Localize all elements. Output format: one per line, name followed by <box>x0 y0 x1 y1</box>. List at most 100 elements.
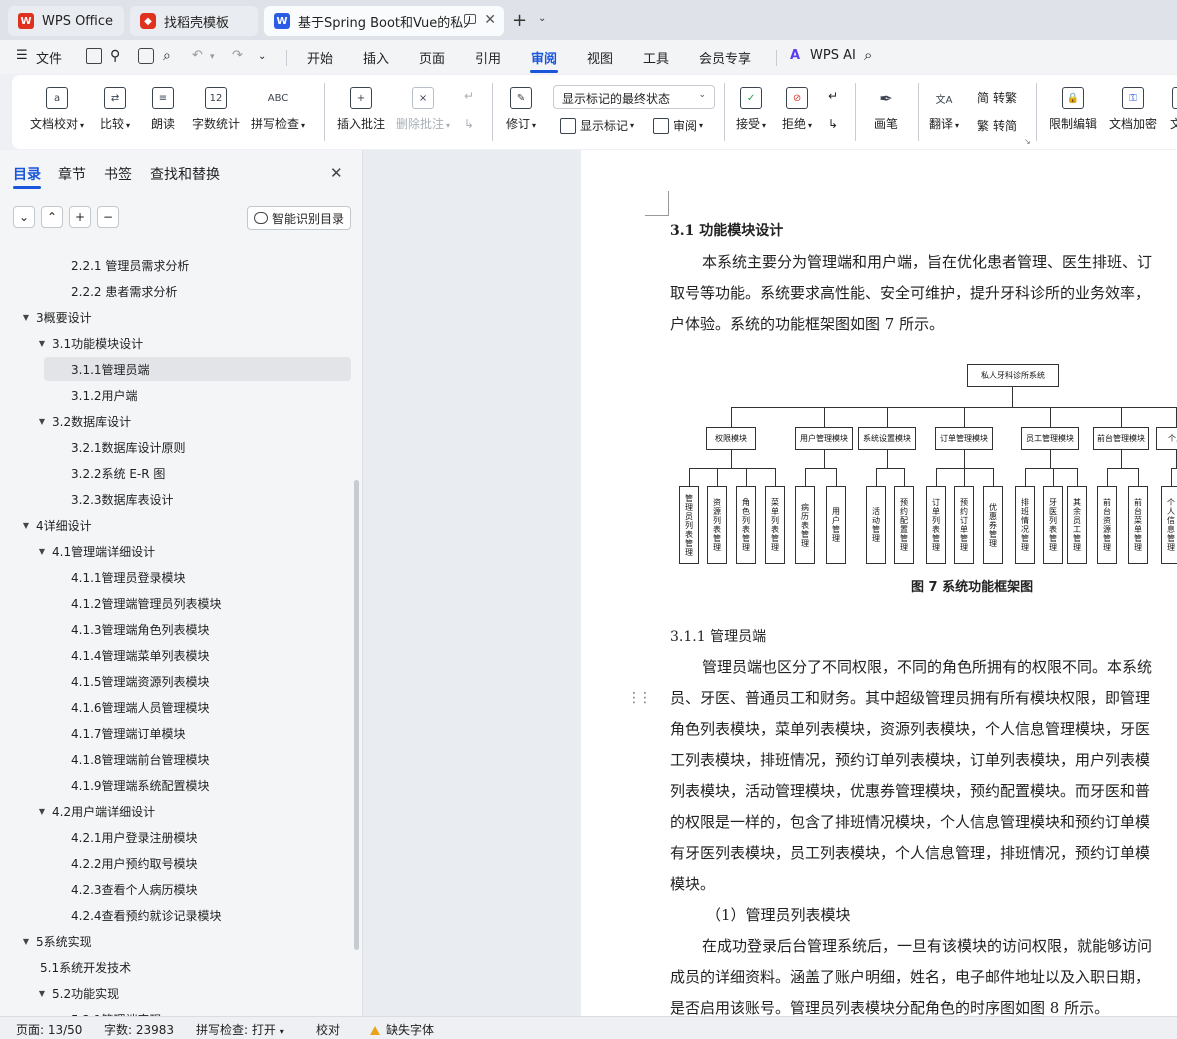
toc-item[interactable]: ▼ 5系统实现 <box>0 928 356 954</box>
spell-check-status[interactable]: 拼写检查: 打开 ▾ <box>196 1021 284 1038</box>
monitor-icon[interactable] <box>464 14 476 24</box>
pen-button[interactable]: ✒ 画笔 <box>874 87 898 132</box>
expand-triangle-icon[interactable]: ▼ <box>36 989 48 998</box>
toc-item[interactable]: 3.2.2系统 E-R 图 <box>0 460 356 486</box>
expand-triangle-icon[interactable]: ▼ <box>36 807 48 816</box>
compare-button[interactable]: ⇄ 比较 ▾ <box>100 87 130 132</box>
toc-item[interactable]: 4.1.1管理员登录模块 <box>0 564 356 590</box>
drag-handle-icon[interactable]: ⋮⋮ <box>627 690 652 706</box>
close-tab-icon[interactable]: ✕ <box>484 12 496 28</box>
toc-item[interactable]: 4.1.9管理端系统配置模块 <box>0 772 356 798</box>
next-change-icon[interactable]: ↳ <box>828 117 838 131</box>
encrypt-button[interactable]: ⚿ 文档加密 <box>1109 87 1157 132</box>
share-icon[interactable]: ⚲ <box>110 48 120 64</box>
nav-tab-sections[interactable]: 章节 <box>58 164 86 184</box>
tab-docer-templates[interactable]: ◆ 找稻壳模板 <box>130 6 258 36</box>
prev-change-icon[interactable]: ↵ <box>828 89 838 103</box>
toc-item[interactable]: 3.2.3数据库表设计 <box>0 486 356 512</box>
undo-dropdown-icon[interactable]: ▾ <box>210 52 215 62</box>
menu-view[interactable]: 视图 <box>587 48 613 67</box>
toc-item[interactable]: ▼ 5.2功能实现 <box>0 980 356 1006</box>
toc-item[interactable]: 4.1.7管理端订单模块 <box>0 720 356 746</box>
tab-wps-office[interactable]: W WPS Office <box>8 6 124 36</box>
save-icon[interactable] <box>86 48 102 64</box>
collapse-down-button[interactable]: ⌄ <box>13 206 35 228</box>
close-icon[interactable]: ✕ <box>330 164 343 182</box>
toc-item[interactable]: 2.2.2 患者需求分析 <box>0 278 356 304</box>
toc-item[interactable]: ▼ 3.2数据库设计 <box>0 408 356 434</box>
document-page[interactable]: 3.1 功能模块设计 本系统主要分为管理端和用户端，旨在优化患者管理、医生排班、… <box>581 150 1177 1016</box>
expand-triangle-icon[interactable]: ▼ <box>20 521 32 530</box>
restrict-edit-button[interactable]: 🔒 限制编辑 <box>1049 87 1097 132</box>
toc-item[interactable]: ▼ 4.1管理端详细设计 <box>0 538 356 564</box>
word-count-status[interactable]: 字数: 23983 <box>104 1021 174 1038</box>
expand-triangle-icon[interactable]: ▼ <box>36 339 48 348</box>
new-tab-icon[interactable]: + <box>512 10 527 31</box>
translate-button[interactable]: 文A 翻译 ▾ <box>929 87 959 132</box>
menu-tools[interactable]: 工具 <box>643 48 669 67</box>
collapse-up-button[interactable]: ⌃ <box>41 206 63 228</box>
hamburger-icon[interactable]: ☰ <box>16 48 28 63</box>
toc-item[interactable]: 4.1.3管理端角色列表模块 <box>0 616 356 642</box>
spell-check-button[interactable]: ABC 拼写检查 ▾ <box>251 87 305 132</box>
to-traditional-button[interactable]: 简 转繁 <box>977 89 1017 106</box>
word-count-button[interactable]: 12 字数统计 <box>192 87 240 132</box>
toc-item[interactable]: 3.2.1数据库设计原则 <box>0 434 356 460</box>
prev-comment-icon[interactable]: ↵ <box>464 89 474 103</box>
menu-file[interactable]: 文件 <box>36 48 62 67</box>
to-simplified-button[interactable]: 繁 转简 <box>977 117 1017 134</box>
read-aloud-button[interactable]: ≡ 朗读 <box>151 87 175 132</box>
toc-item[interactable]: ▼ 3概要设计 <box>0 304 356 330</box>
accept-button[interactable]: ✓ 接受 ▾ <box>736 87 766 132</box>
toc-item[interactable]: 4.2.3查看个人病历模块 <box>0 876 356 902</box>
delete-comment-button[interactable]: × 删除批注 ▾ <box>396 87 450 132</box>
toc-item[interactable]: ▼ 3.1功能模块设计 <box>0 330 356 356</box>
expand-triangle-icon[interactable]: ▼ <box>36 417 48 426</box>
next-comment-icon[interactable]: ↳ <box>464 117 474 131</box>
search-icon[interactable]: ⌕ <box>864 46 872 64</box>
menu-insert[interactable]: 插入 <box>363 48 389 67</box>
scrollbar[interactable] <box>354 480 359 950</box>
menu-page[interactable]: 页面 <box>419 48 445 67</box>
page-indicator[interactable]: 页面: 13/50 <box>16 1021 82 1038</box>
print-preview-icon[interactable]: ⌕ <box>163 48 171 64</box>
menu-review[interactable]: 审阅 <box>531 48 557 67</box>
toc-item[interactable]: 4.2.4查看预约就诊记录模块 <box>0 902 356 928</box>
toc-item[interactable]: 4.2.1用户登录注册模块 <box>0 824 356 850</box>
print-icon[interactable] <box>138 48 154 64</box>
more-ribbon-button[interactable]: 文 <box>1170 87 1177 132</box>
nav-tab-toc[interactable]: 目录 <box>13 164 41 184</box>
menu-wps-ai[interactable]: WPS AI <box>810 48 856 63</box>
menu-membership[interactable]: 会员专享 <box>699 48 751 67</box>
doc-proofread-button[interactable]: a 文档校对 ▾ <box>30 87 84 132</box>
more-chevron-icon[interactable]: ⌄ <box>258 51 266 62</box>
toc-item[interactable]: 4.1.6管理端人员管理模块 <box>0 694 356 720</box>
markup-display-select[interactable]: 显示标记的最终状态 ⌄ <box>553 85 715 109</box>
menu-references[interactable]: 引用 <box>475 48 501 67</box>
toc-item[interactable]: ▼ 4.2用户端详细设计 <box>0 798 356 824</box>
launcher-icon[interactable]: ↘ <box>1024 137 1031 146</box>
chevron-down-icon[interactable]: ⌄ <box>538 13 546 24</box>
missing-font-status[interactable]: 缺失字体 <box>370 1021 434 1038</box>
revise-button[interactable]: ✎ 修订 ▾ <box>506 87 536 132</box>
toc-item[interactable]: 5.1系统开发技术 <box>0 954 356 980</box>
toc-item[interactable]: 5.2.1管理端实现 <box>0 1006 356 1017</box>
redo-icon[interactable]: ↷ <box>232 48 243 63</box>
show-marks-button[interactable]: 显示标记 ▾ <box>560 117 634 134</box>
expand-triangle-icon[interactable]: ▼ <box>20 313 32 322</box>
toc-item[interactable]: 4.1.4管理端菜单列表模块 <box>0 642 356 668</box>
toc-item[interactable]: 4.1.5管理端资源列表模块 <box>0 668 356 694</box>
toc-item[interactable]: 4.1.2管理端管理员列表模块 <box>0 590 356 616</box>
nav-tab-find-replace[interactable]: 查找和替换 <box>150 164 220 184</box>
toc-item[interactable]: 2.2.1 管理员需求分析 <box>0 252 356 278</box>
toc-item[interactable]: 4.1.8管理端前台管理模块 <box>0 746 356 772</box>
toc-item[interactable]: 4.2.2用户预约取号模块 <box>0 850 356 876</box>
toc-item[interactable]: ▼ 4详细设计 <box>0 512 356 538</box>
menu-home[interactable]: 开始 <box>307 48 333 67</box>
expand-triangle-icon[interactable]: ▼ <box>36 547 48 556</box>
tab-current-document[interactable]: W 基于Spring Boot和Vue的私人 ✕ <box>264 6 504 36</box>
toc-item[interactable]: 3.1.2用户端 <box>0 382 356 408</box>
insert-comment-button[interactable]: + 插入批注 <box>337 87 385 132</box>
wps-ai-icon[interactable]: A <box>790 48 800 63</box>
reject-button[interactable]: ⊘ 拒绝 ▾ <box>782 87 812 132</box>
